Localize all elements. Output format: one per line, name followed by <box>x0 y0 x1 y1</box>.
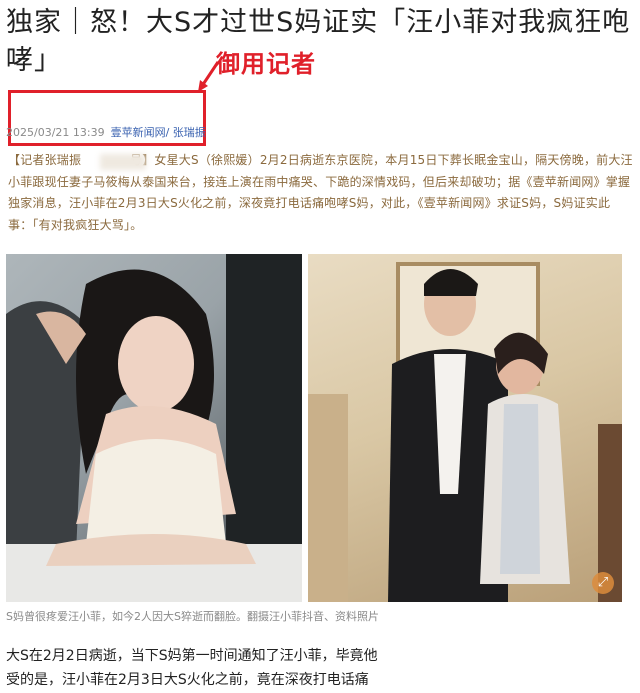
body-line-2: 受的是，汪小菲在2月3日大S火化之前，竟在深夜打电话痛 <box>6 672 369 688</box>
photo-left <box>6 254 302 602</box>
headline: 独家｜怒！大S才过世S妈证实「汪小菲对我疯狂咆哮」 <box>6 7 631 76</box>
photo-left-illustration <box>6 254 302 602</box>
expand-arrows-icon[interactable]: ⤢ <box>592 572 614 594</box>
source-link[interactable]: 壹苹新闻网/ 张瑞振 <box>111 126 206 139</box>
annotation-label: 御用记者 <box>216 50 316 78</box>
photo-right-illustration <box>308 262 622 602</box>
body-line-1: 大S在2月2日病逝，当下S妈第一时间通知了汪小菲，毕竟他 <box>6 648 378 664</box>
article-meta: 2025/03/21 13:39 壹苹新闻网/ 张瑞振 <box>6 124 206 140</box>
red-arrow-icon <box>198 61 220 92</box>
photo-right[interactable]: ⤢ <box>308 254 622 602</box>
body-paragraph: 大S在2月2日病逝，当下S妈第一时间通知了汪小菲，毕竟他 受的是，汪小菲在2月3… <box>6 644 406 692</box>
body-fade-overlay <box>400 640 640 693</box>
photo-caption: S妈曾很疼爱汪小菲，如今2人因大S猝逝而翻脸。翻摄汪小菲抖音、资料照片 <box>6 610 379 623</box>
publish-date: 2025/03/21 13:39 <box>6 126 105 139</box>
redaction-blur <box>100 154 146 170</box>
